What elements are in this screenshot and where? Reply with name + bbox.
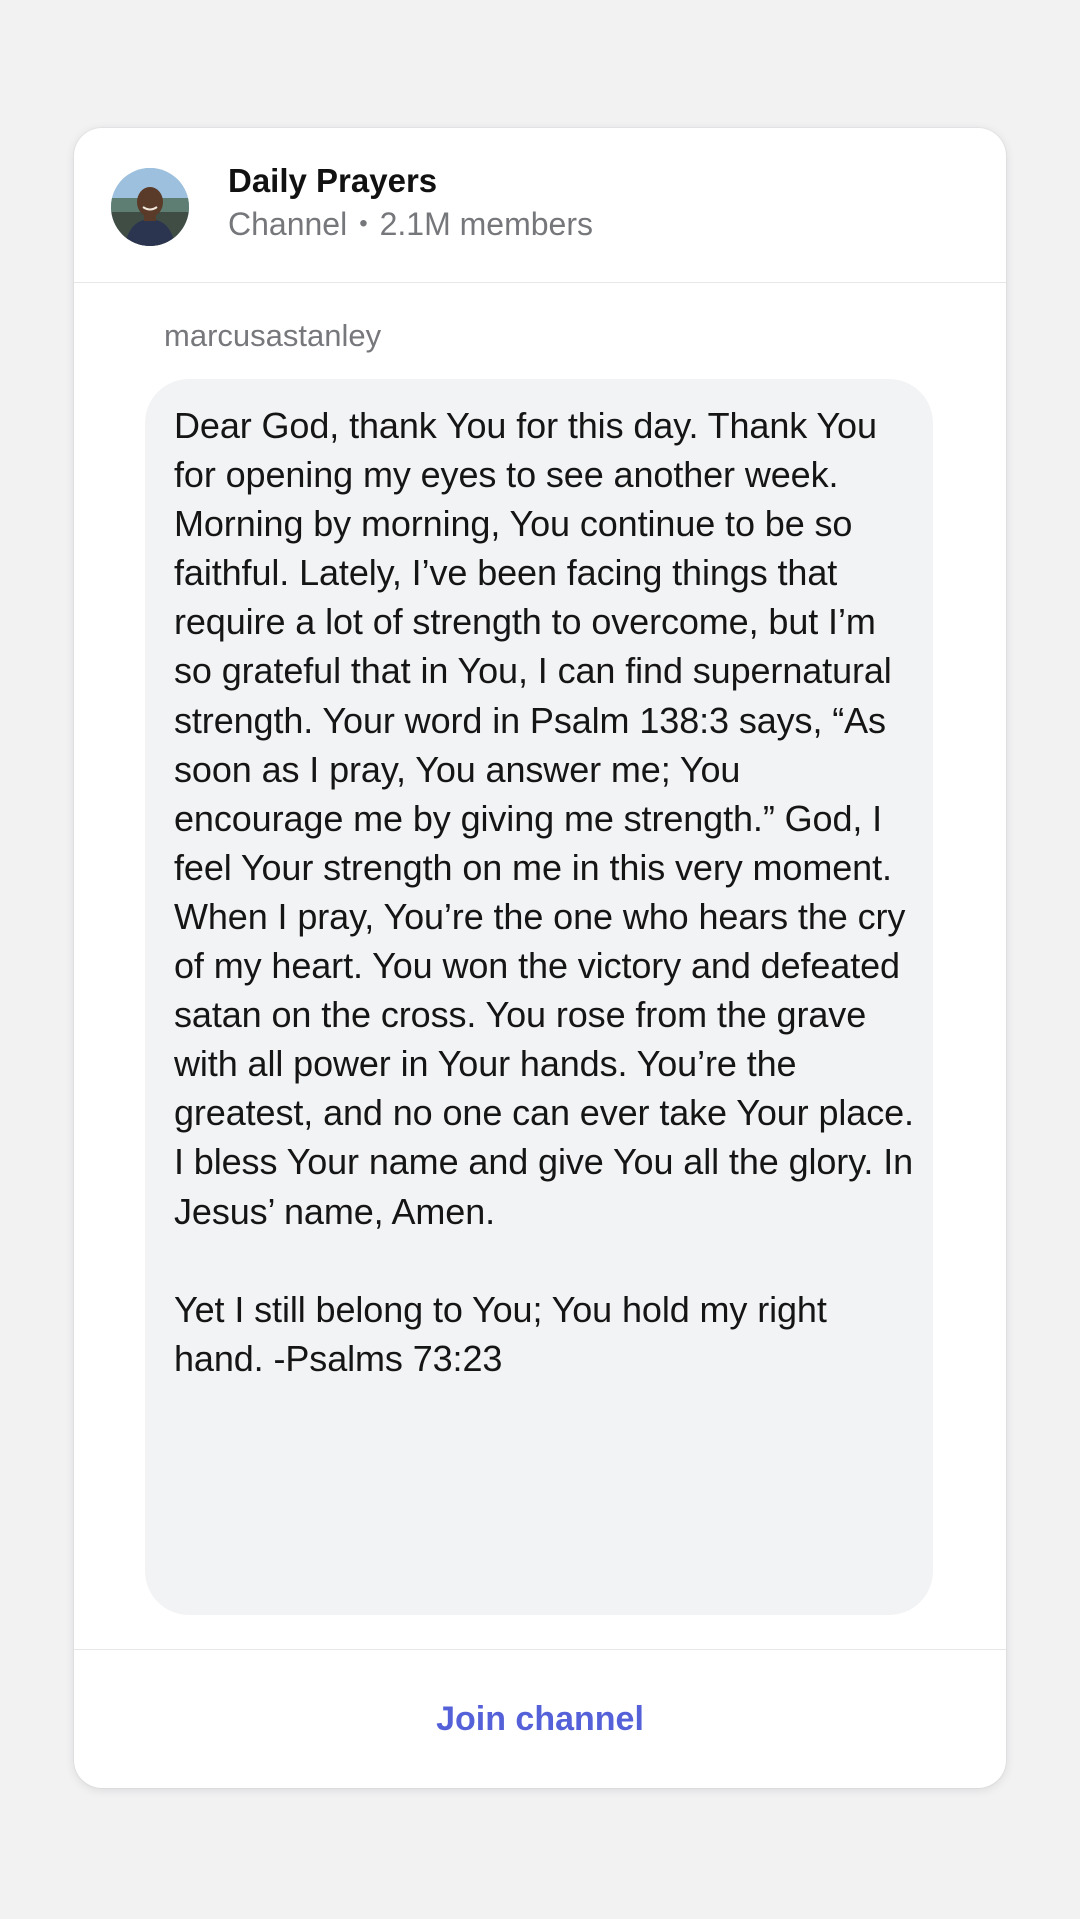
join-channel-button[interactable]: Join channel — [74, 1650, 1006, 1788]
message-text: Dear God, thank You for this day. Thank … — [174, 405, 914, 1379]
channel-header[interactable]: Daily Prayers Channel • 2.1M members — [74, 128, 1006, 283]
member-count: 2.1M members — [379, 206, 593, 242]
channel-preview-card: Daily Prayers Channel • 2.1M members marcu… — [74, 128, 1006, 1788]
channel-type-label: Channel — [228, 206, 348, 242]
channel-avatar[interactable] — [111, 168, 189, 246]
avatar-photo-icon — [111, 168, 189, 246]
post-author[interactable]: marcusastanley — [164, 318, 381, 354]
message-bubble: Dear God, thank You for this day. Thank … — [145, 379, 933, 1615]
meta-separator: • — [359, 210, 368, 237]
channel-meta: Channel • 2.1M members — [228, 206, 593, 243]
channel-title[interactable]: Daily Prayers — [228, 162, 437, 200]
